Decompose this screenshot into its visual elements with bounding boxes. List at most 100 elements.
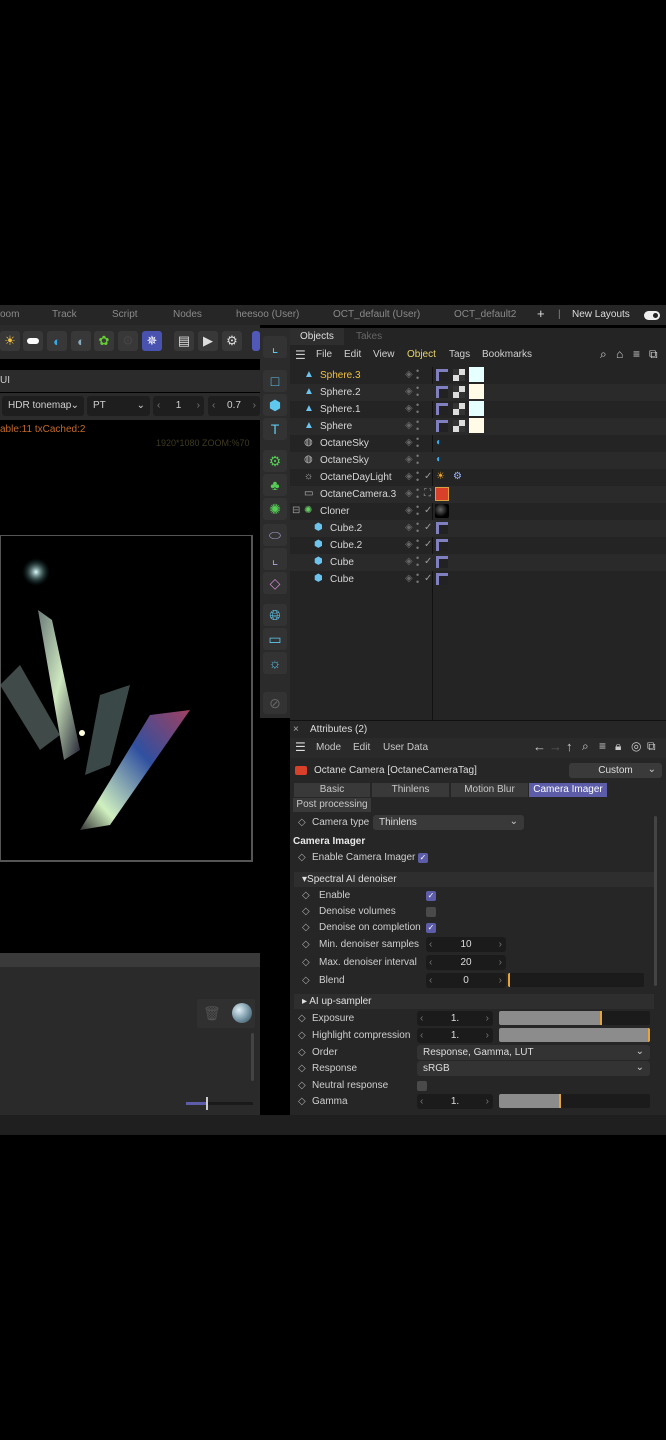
highlight-slider[interactable]: [499, 1028, 650, 1042]
denoise-volumes-checkbox[interactable]: [426, 907, 436, 917]
scrollbar[interactable]: [654, 816, 657, 986]
object-name[interactable]: Cube: [330, 557, 354, 568]
exposure-slider[interactable]: [499, 1011, 650, 1025]
object-row[interactable]: ☼ OctaneDayLight ◈ • • ✓ ☀ ⚙: [290, 469, 666, 486]
enabled-check-icon[interactable]: ✓: [424, 522, 432, 533]
texture-tag-icon[interactable]: [436, 420, 448, 432]
focus-icon[interactable]: ⛶: [424, 488, 431, 499]
checker-tag-icon[interactable]: [453, 420, 465, 432]
coordinate-system-icon[interactable]: ⌞: [263, 336, 287, 358]
target-icon[interactable]: ◎: [631, 739, 641, 753]
visibility-dots-icon[interactable]: • •: [416, 384, 419, 400]
enabled-check-icon[interactable]: ✓: [424, 471, 432, 482]
object-name[interactable]: OctaneDayLight: [320, 472, 392, 483]
object-row[interactable]: ▲ Sphere.2 ◈ • •: [290, 384, 666, 401]
settings-tag-icon[interactable]: ⚙: [453, 471, 462, 482]
object-name[interactable]: OctaneSky: [320, 455, 369, 466]
layout-oct-default2[interactable]: OCT_default2: [454, 309, 516, 320]
area-light-icon[interactable]: [23, 331, 43, 351]
material-tag-icon[interactable]: [469, 418, 484, 433]
enabled-check-icon[interactable]: ✓: [424, 505, 432, 516]
scene-icon[interactable]: ◇: [263, 572, 287, 594]
keyframe-icon[interactable]: ◇: [302, 957, 310, 968]
object-row[interactable]: ⬢ Cube.2 ◈ • • ✓: [290, 537, 666, 554]
menu-edit[interactable]: Edit: [344, 349, 361, 360]
keyframe-icon[interactable]: ◇: [298, 1096, 306, 1107]
menu-track[interactable]: Track: [52, 309, 77, 320]
effector-icon[interactable]: ✺: [263, 498, 287, 520]
keyframe-icon[interactable]: ◇: [298, 1047, 306, 1058]
object-row[interactable]: ⬢ Cube ◈ • • ✓: [290, 571, 666, 588]
object-name[interactable]: Sphere.1: [320, 404, 361, 415]
generator-icon[interactable]: ⚙: [263, 450, 287, 472]
keyframe-icon[interactable]: ◇: [302, 922, 310, 933]
texture-tag-icon[interactable]: [436, 403, 448, 415]
menu-mode[interactable]: Mode: [316, 742, 341, 753]
layer-icon[interactable]: ◈: [405, 454, 413, 465]
gamma-slider[interactable]: [499, 1094, 650, 1108]
back-arrow-icon[interactable]: ←: [533, 739, 546, 754]
visibility-dots-icon[interactable]: • •: [416, 571, 419, 587]
visibility-dots-icon[interactable]: • •: [416, 537, 419, 553]
keyframe-icon[interactable]: ◇: [302, 906, 310, 917]
layout-oct-default[interactable]: OCT_default (User): [333, 309, 420, 320]
filter-icon[interactable]: ≡: [633, 347, 640, 361]
close-icon[interactable]: ×: [293, 724, 299, 735]
visibility-dots-icon[interactable]: • •: [416, 469, 419, 485]
environment-icon[interactable]: ◐: [71, 331, 91, 351]
layer-icon[interactable]: ◈: [405, 386, 413, 397]
texture-tag-icon[interactable]: [436, 556, 448, 568]
menu-view[interactable]: View: [373, 349, 395, 360]
object-row[interactable]: ▲ Sphere.3 ◈ • •: [290, 367, 666, 384]
keyframe-icon[interactable]: ◇: [298, 817, 306, 828]
sky-tag-icon[interactable]: ◐: [436, 454, 442, 465]
denoise-completion-checkbox[interactable]: ✓: [426, 923, 436, 933]
object-row[interactable]: ⬢ Cube.2 ◈ • • ✓: [290, 520, 666, 537]
octane-live-viewer-icon[interactable]: ✵: [142, 331, 162, 351]
kernel-select[interactable]: PT ⌄: [87, 396, 150, 416]
filter-icon[interactable]: ≡: [599, 739, 606, 753]
exposure-stepper[interactable]: ‹ 1. ›: [417, 1011, 493, 1026]
tab-thinlens[interactable]: Thinlens: [372, 783, 449, 797]
layer-icon[interactable]: ◈: [405, 539, 413, 550]
render-viewport[interactable]: able:11 txCached:2 1920*1080 ZOOM:%70: [0, 420, 260, 953]
keyframe-icon[interactable]: ◇: [298, 1030, 306, 1041]
add-layout-button[interactable]: +: [537, 306, 545, 321]
tab-post-processing[interactable]: Post processing: [293, 798, 371, 812]
deformer-icon[interactable]: ⬭: [263, 524, 287, 546]
light-icon[interactable]: ☼: [263, 652, 287, 674]
denoiser-section-header[interactable]: ▾Spectral AI denoiser: [294, 872, 654, 887]
texture-tag-icon[interactable]: [436, 386, 448, 398]
menu-file[interactable]: File: [316, 349, 332, 360]
material-tag-icon[interactable]: [469, 384, 484, 399]
material-icon[interactable]: ✿: [94, 331, 114, 351]
search-icon[interactable]: ⌕: [600, 347, 607, 362]
enable-imager-checkbox[interactable]: ✓: [418, 853, 428, 863]
new-window-icon[interactable]: ⧉: [647, 739, 656, 754]
keyframe-icon[interactable]: ◇: [298, 1080, 306, 1091]
toolbar-overflow[interactable]: [252, 331, 260, 351]
tab-takes[interactable]: Takes: [346, 328, 392, 345]
new-window-icon[interactable]: ⧉: [649, 347, 658, 362]
menu-tags[interactable]: Tags: [449, 349, 470, 360]
blend-stepper[interactable]: ‹ 0 ›: [426, 973, 506, 988]
settings-gear-icon[interactable]: ⚙: [118, 331, 138, 351]
visibility-dots-icon[interactable]: • •: [416, 486, 419, 502]
keyframe-icon[interactable]: ◇: [298, 1013, 306, 1024]
keyframe-icon[interactable]: ◇: [298, 852, 306, 863]
visibility-dots-icon[interactable]: • •: [416, 503, 419, 519]
home-icon[interactable]: ⌂: [616, 347, 623, 361]
field-icon[interactable]: ⌞: [263, 548, 287, 570]
search-icon[interactable]: ⌕: [582, 739, 589, 754]
render-settings-icon[interactable]: ⚙: [222, 331, 242, 351]
gamma-stepper[interactable]: ‹ 1. ›: [417, 1094, 493, 1109]
neutral-response-checkbox[interactable]: [417, 1081, 427, 1091]
texture-tag-icon[interactable]: [436, 539, 448, 551]
enabled-check-icon[interactable]: ✓: [424, 573, 432, 584]
tab-objects[interactable]: Objects: [290, 328, 344, 345]
menu-bookmarks[interactable]: Bookmarks: [482, 349, 532, 360]
order-select[interactable]: Response, Gamma, LUT ⌄: [417, 1045, 650, 1060]
object-row[interactable]: ▭ OctaneCamera.3 ◈ • • ⛶: [290, 486, 666, 503]
menu-object[interactable]: Object: [407, 349, 436, 360]
tab-motion-blur[interactable]: Motion Blur: [451, 783, 528, 797]
